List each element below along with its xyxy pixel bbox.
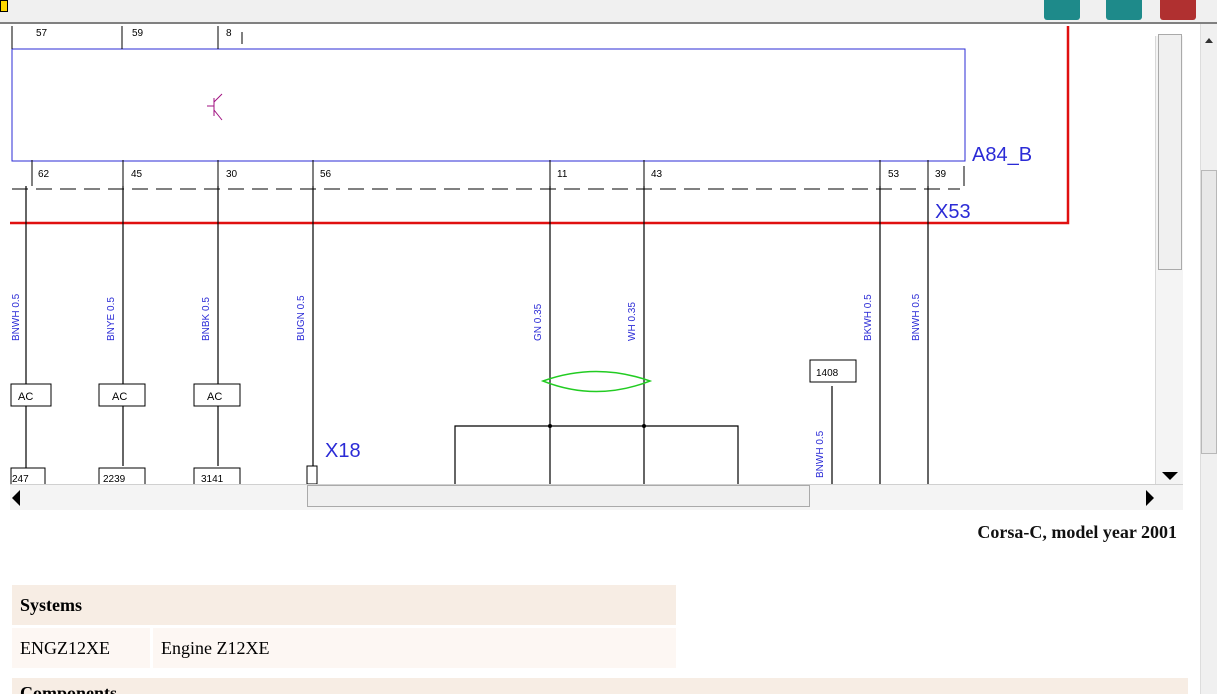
vehicle-caption: Corsa-C, model year 2001 [977,522,1177,542]
top-pin-label: 57 [36,28,48,39]
transistor-symbol [207,93,223,121]
svg-text:62: 62 [38,169,50,180]
svg-text:53: 53 [888,169,900,180]
svg-text:43: 43 [651,169,663,180]
svg-text:BKWH 0.5: BKWH 0.5 [863,294,874,341]
scroll-left-arrow-icon[interactable] [12,490,20,506]
svg-text:GN 0.35: GN 0.35 [533,303,544,341]
diagram-horizontal-thumb[interactable] [307,485,810,507]
vehicle-tool-icon[interactable] [1160,0,1196,20]
top-connector: 57 59 8 [11,26,966,162]
svg-text:1408: 1408 [816,368,839,379]
connector-a84-label: A84_B [972,144,1032,166]
table-row[interactable]: ENGZ12XE Engine Z12XE [12,628,676,668]
svg-text:BNWH 0.5: BNWH 0.5 [911,293,922,341]
top-toolbar [0,0,1217,24]
app-icon [0,0,8,12]
splice-block [454,424,739,484]
page-scroll-up-icon[interactable] [1205,38,1213,43]
svg-text:39: 39 [935,169,947,180]
diagram-vertical-thumb[interactable] [1158,34,1182,270]
component-tool-icon[interactable] [1044,0,1080,20]
svg-text:BNBK 0.5: BNBK 0.5 [201,297,212,341]
svg-text:247: 247 [12,474,29,484]
svg-text:56: 56 [320,169,332,180]
svg-text:BNWH 0.5: BNWH 0.5 [815,430,826,478]
connector-x18-label: X18 [325,440,361,462]
system-name: Engine Z12XE [161,637,270,658]
svg-text:AC: AC [207,391,222,403]
wires [25,186,929,484]
wiring-diagram[interactable]: 57 59 8 62 45 30 56 11 43 53 39 A84_B X5… [10,26,1183,484]
svg-text:45: 45 [131,169,143,180]
power-supply-line [10,26,1070,225]
svg-text:11: 11 [557,169,568,180]
svg-text:2239: 2239 [103,474,126,484]
page-scroll-thumb[interactable] [1201,170,1217,454]
connector-x53-label: X53 [935,201,971,223]
bottom-pin-row: 62 45 30 56 11 43 53 39 [31,160,965,186]
svg-text:WH 0.35: WH 0.35 [627,302,638,341]
svg-text:BNYE 0.5: BNYE 0.5 [106,297,117,341]
connector-tool-icon[interactable] [1106,0,1142,20]
top-pin-label: 59 [132,28,144,39]
svg-text:AC: AC [112,391,127,403]
system-code[interactable]: ENGZ12XE [12,628,153,668]
systems-header: Systems [12,585,676,625]
lower-boxes: 247 2239 3141 [10,465,318,484]
svg-text:30: 30 [226,169,238,180]
scroll-down-arrow-icon[interactable] [1162,472,1178,480]
components-header: Components [12,678,1188,694]
svg-text:3141: 3141 [201,474,224,484]
svg-text:AC: AC [18,391,33,403]
twisted-pair-symbol [540,370,653,393]
svg-text:BNWH 0.5: BNWH 0.5 [11,293,22,341]
systems-table: Systems ENGZ12XE Engine Z12XE [12,582,676,671]
scroll-right-arrow-icon[interactable] [1146,490,1154,506]
svg-text:BUGN 0.5: BUGN 0.5 [296,295,307,341]
ac-boxes: AC AC AC [10,383,241,407]
wire-labels: BNWH 0.5 BNYE 0.5 BNBK 0.5 BUGN 0.5 GN 0… [11,293,922,478]
top-pin-label: 8 [226,28,232,39]
